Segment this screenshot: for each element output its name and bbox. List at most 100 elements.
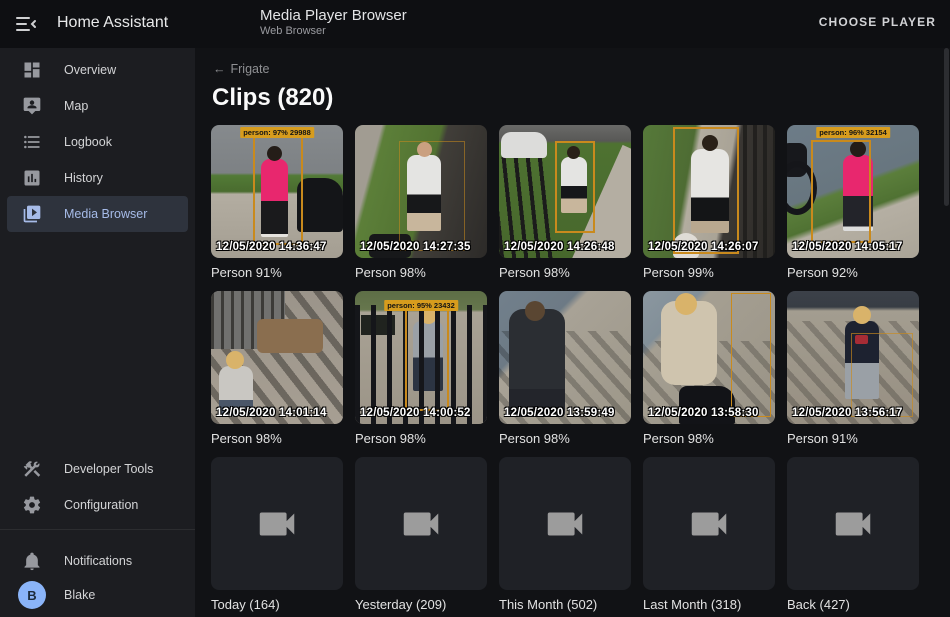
- sidebar-item-logbook[interactable]: Logbook: [7, 124, 188, 160]
- clip-timestamp-overlay: 12/05/2020 14:27:35: [360, 241, 471, 253]
- folder-caption: This Month (502): [499, 597, 631, 612]
- sidebar-item-label: Map: [64, 99, 88, 113]
- user-name-label: Blake: [64, 588, 95, 602]
- video-camera-icon: [398, 501, 444, 547]
- clip-thumbnail[interactable]: person: 97% 29988 12/05/2020 14:36:47: [211, 125, 343, 258]
- clip-caption: Person 98%: [355, 431, 487, 446]
- clip-thumbnail[interactable]: person: 95% 23432 12/05/2020 14:00:52: [355, 291, 487, 424]
- tooltip-account-icon: [22, 96, 42, 116]
- top-app-bar: Home Assistant Media Player Browser Web …: [0, 0, 950, 48]
- clip-thumbnail[interactable]: 12/05/2020 13:56:17: [787, 291, 919, 424]
- folder-caption: Last Month (318): [643, 597, 775, 612]
- scene-object: [257, 319, 323, 353]
- clip-timestamp-overlay: 12/05/2020 13:59:49: [504, 407, 615, 419]
- clip-caption: Person 98%: [643, 431, 775, 446]
- sidebar-item-map[interactable]: Map: [7, 88, 188, 124]
- clip-item[interactable]: 12/05/2020 14:27:35 Person 98%: [355, 125, 487, 280]
- clip-caption: Person 91%: [787, 431, 919, 446]
- sidebar-item-label: Developer Tools: [64, 462, 153, 476]
- detection-label: person: 97% 29988: [240, 127, 314, 138]
- detection-label: person: 96% 32154: [816, 127, 890, 138]
- clip-timestamp-overlay: 12/05/2020 14:01:14: [216, 407, 327, 419]
- folder-item[interactable]: Today (164): [211, 457, 343, 612]
- app-title: Home Assistant: [57, 14, 168, 32]
- clip-timestamp-overlay: 12/05/2020 14:26:48: [504, 241, 615, 253]
- sidebar-item-history[interactable]: History: [7, 160, 188, 196]
- sidebar-item-developer-tools[interactable]: Developer Tools: [7, 451, 188, 487]
- detection-bounding-box: [811, 140, 871, 243]
- bell-icon: [22, 551, 42, 571]
- video-camera-icon: [542, 501, 588, 547]
- folder-thumbnail[interactable]: [355, 457, 487, 590]
- folder-thumbnail[interactable]: [643, 457, 775, 590]
- page-header: Media Player Browser Web Browser: [260, 6, 407, 38]
- folder-item[interactable]: This Month (502): [499, 457, 631, 612]
- clip-item[interactable]: person: 95% 23432 12/05/2020 14:00:52 Pe…: [355, 291, 487, 446]
- clip-thumbnail[interactable]: 12/05/2020 14:26:07: [643, 125, 775, 258]
- clip-timestamp-overlay: 12/05/2020 13:56:17: [792, 407, 903, 419]
- video-camera-icon: [254, 501, 300, 547]
- sidebar-divider: [0, 529, 195, 530]
- clip-item[interactable]: 12/05/2020 14:26:48 Person 98%: [499, 125, 631, 280]
- sidebar-item-overview[interactable]: Overview: [7, 52, 188, 88]
- detection-bounding-box: [555, 141, 595, 233]
- folder-thumbnail[interactable]: [787, 457, 919, 590]
- clip-caption: Person 98%: [499, 265, 631, 280]
- folder-caption: Back (427): [787, 597, 919, 612]
- choose-player-button[interactable]: CHOOSE PLAYER: [819, 15, 936, 29]
- scene-texture: [743, 125, 775, 258]
- clip-caption: Person 99%: [643, 265, 775, 280]
- clip-item[interactable]: 12/05/2020 14:26:07 Person 99%: [643, 125, 775, 280]
- sidebar-toggle-icon[interactable]: [14, 12, 38, 36]
- chart-box-icon: [22, 168, 42, 188]
- folder-caption: Today (164): [211, 597, 343, 612]
- video-camera-icon: [830, 501, 876, 547]
- media-grid: person: 97% 29988 12/05/2020 14:36:47 Pe…: [211, 125, 919, 612]
- clip-caption: Person 91%: [211, 265, 343, 280]
- view-dashboard-icon: [22, 60, 42, 80]
- clip-timestamp-overlay: 12/05/2020 14:05:17: [792, 241, 903, 253]
- detection-bounding-box: [673, 127, 739, 254]
- user-avatar: B: [18, 581, 46, 609]
- sidebar-item-media-browser[interactable]: Media Browser: [7, 196, 188, 232]
- clip-thumbnail[interactable]: 12/05/2020 13:59:49: [499, 291, 631, 424]
- video-camera-icon: [686, 501, 732, 547]
- sidebar-item-notifications[interactable]: Notifications: [7, 543, 188, 579]
- person-figure: [661, 301, 717, 385]
- sidebar-item-configuration[interactable]: Configuration: [7, 487, 188, 523]
- clip-timestamp-overlay: 12/05/2020 14:26:07: [648, 241, 759, 253]
- sidebar-item-user-profile[interactable]: B Blake: [7, 577, 188, 613]
- detection-bounding-box: [405, 307, 449, 411]
- detection-bounding-box: [731, 293, 771, 417]
- clip-item[interactable]: 12/05/2020 14:01:14 Person 98%: [211, 291, 343, 446]
- clip-caption: Person 98%: [355, 265, 487, 280]
- hammer-icon: [22, 459, 42, 479]
- clip-thumbnail[interactable]: 12/05/2020 14:01:14: [211, 291, 343, 424]
- clip-caption: Person 98%: [499, 431, 631, 446]
- scrollbar-thumb[interactable]: [944, 48, 949, 206]
- page-title: Media Player Browser: [260, 6, 407, 25]
- breadcrumb-label: Frigate: [231, 62, 270, 76]
- clip-thumbnail[interactable]: 12/05/2020 14:26:48: [499, 125, 631, 258]
- folder-thumbnail[interactable]: [211, 457, 343, 590]
- folder-item[interactable]: Yesterday (209): [355, 457, 487, 612]
- folder-thumbnail[interactable]: [499, 457, 631, 590]
- clip-thumbnail[interactable]: person: 96% 32154 12/05/2020 14:05:17: [787, 125, 919, 258]
- breadcrumb-back-frigate[interactable]: ←Frigate: [213, 62, 269, 76]
- detection-label: person: 95% 23432: [384, 300, 458, 311]
- play-box-multiple-icon: [22, 204, 42, 224]
- clip-caption: Person 98%: [211, 431, 343, 446]
- clip-thumbnail[interactable]: 12/05/2020 13:58:30: [643, 291, 775, 424]
- clip-timestamp-overlay: 12/05/2020 13:58:30: [648, 407, 759, 419]
- clip-item[interactable]: 12/05/2020 13:59:49 Person 98%: [499, 291, 631, 446]
- clip-thumbnail[interactable]: 12/05/2020 14:27:35: [355, 125, 487, 258]
- clip-item[interactable]: person: 96% 32154 12/05/2020 14:05:17 Pe…: [787, 125, 919, 280]
- clip-item[interactable]: 12/05/2020 13:56:17 Person 91%: [787, 291, 919, 446]
- detection-bounding-box: [851, 333, 913, 417]
- folder-item[interactable]: Last Month (318): [643, 457, 775, 612]
- sidebar-item-label: Overview: [64, 63, 116, 77]
- folder-item[interactable]: Back (427): [787, 457, 919, 612]
- clip-item[interactable]: person: 97% 29988 12/05/2020 14:36:47 Pe…: [211, 125, 343, 280]
- clip-item[interactable]: 12/05/2020 13:58:30 Person 98%: [643, 291, 775, 446]
- clip-timestamp-overlay: 12/05/2020 14:36:47: [216, 241, 327, 253]
